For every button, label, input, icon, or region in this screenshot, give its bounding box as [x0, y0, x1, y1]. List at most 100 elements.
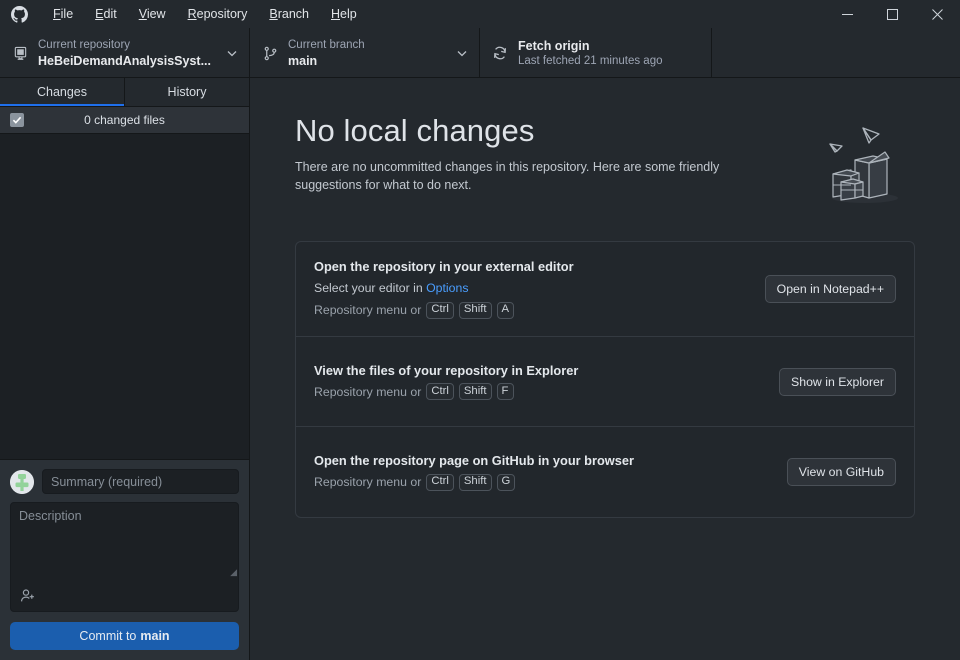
keycap-shift: Shift: [458, 301, 492, 319]
commit-button-prefix: Commit to: [79, 629, 137, 643]
menu-view-rest: iew: [146, 7, 166, 21]
toolbar: Current repository HeBeiDemandAnalysisSy…: [0, 28, 960, 78]
suggestion-show-in-explorer: View the files of your repository in Exp…: [296, 337, 914, 427]
avatar: [10, 469, 34, 494]
toolbar-filler: [712, 28, 960, 77]
view-on-github-button[interactable]: View on GitHub: [786, 458, 896, 486]
menu-file[interactable]: File: [42, 0, 84, 28]
page-subtitle: There are no uncommitted changes in this…: [295, 160, 720, 192]
suggestion-action: View on GitHub: [786, 458, 896, 486]
menu-branch[interactable]: Branch: [258, 0, 320, 28]
fetch-origin-timestamp: Last fetched 21 minutes ago: [518, 54, 663, 67]
menu-help-rest: elp: [340, 7, 357, 21]
suggestion-title: View the files of your repository in Exp…: [314, 362, 579, 378]
github-desktop-window: File Edit View Repository Branch Help Cu…: [0, 0, 960, 660]
suggestion-view-on-github: Open the repository page on GitHub in yo…: [296, 427, 914, 517]
git-branch-icon: [260, 46, 280, 61]
commit-button-branch: main: [140, 629, 170, 643]
keycap-ctrl: Ctrl: [426, 473, 454, 491]
shortcut-hint-prefix: Repository menu or: [314, 475, 422, 489]
tab-history[interactable]: History: [125, 78, 249, 106]
sidebar: Changes History 0 changed files Summary …: [0, 78, 250, 660]
changed-files-list[interactable]: [0, 134, 249, 459]
menu-view-mnemonic: V: [138, 7, 147, 21]
window-controls: [825, 0, 960, 28]
keycap-shift: Shift: [458, 383, 492, 400]
menu-help-mnemonic: H: [330, 7, 341, 21]
keycap-ctrl: Ctrl: [426, 301, 454, 319]
sync-icon: [490, 45, 510, 61]
fetch-origin-text: Fetch origin Last fetched 21 minutes ago: [518, 38, 701, 69]
commit-area: ◢ Commit to main: [0, 459, 249, 660]
tab-changes-label: Changes: [36, 85, 88, 99]
main-body: Changes History 0 changed files Summary …: [0, 78, 960, 660]
changed-files-count: 0 changed files: [84, 113, 165, 127]
show-in-explorer-button[interactable]: Show in Explorer: [779, 367, 896, 396]
menu-branch-mnemonic: B: [269, 7, 278, 21]
suggestion-description: Select your editor in Options: [314, 278, 749, 298]
menu-repository-rest: epository: [196, 7, 248, 21]
menu-repository-mnemonic: R: [187, 7, 197, 21]
keycap-ctrl: Ctrl: [426, 383, 454, 400]
fetch-origin-button[interactable]: Fetch origin Last fetched 21 minutes ago: [480, 28, 712, 78]
current-repository-label: Current repository: [38, 38, 131, 51]
title-bar: File Edit View Repository Branch Help: [0, 0, 960, 28]
tab-changes[interactable]: Changes: [0, 78, 125, 106]
menu-edit-rest: dit: [103, 7, 117, 21]
keycap-letter: G: [496, 473, 516, 491]
minimize-icon[interactable]: [825, 0, 870, 28]
suggestion-description-prefix: Select your editor in: [314, 281, 427, 295]
commit-description-wrap: ◢: [10, 502, 239, 612]
menu-help[interactable]: Help: [320, 0, 368, 28]
suggestion-shortcut-hint: Repository menu or Ctrl Shift A: [314, 300, 749, 320]
menu-bar: File Edit View Repository Branch Help: [42, 0, 368, 28]
page-title: No local changes: [295, 113, 535, 148]
current-branch-button[interactable]: Current branch main: [250, 28, 480, 78]
suggestion-body: Open the repository in your external edi…: [314, 258, 749, 320]
menu-view[interactable]: View: [128, 0, 177, 28]
hero-section: No local changes There are no uncommitte…: [295, 78, 915, 211]
keycap-letter: A: [496, 301, 515, 319]
suggestion-title: Open the repository page on GitHub in yo…: [314, 453, 634, 468]
add-co-author-icon[interactable]: [17, 586, 39, 606]
open-in-external-editor-button[interactable]: Open in Notepad++: [764, 275, 896, 303]
commit-description-input[interactable]: [10, 502, 239, 612]
fetch-origin-label: Fetch origin: [518, 38, 590, 53]
chevron-down-icon: [225, 50, 239, 57]
suggestion-shortcut-hint: Repository menu or Ctrl Shift G: [314, 472, 771, 492]
maximize-icon[interactable]: [870, 0, 915, 28]
suggestions-card-list: Open the repository in your external edi…: [295, 241, 915, 518]
suggestion-open-in-editor: Open the repository in your external edi…: [296, 242, 914, 337]
menu-repository[interactable]: Repository: [177, 0, 259, 28]
select-all-checkbox[interactable]: [10, 113, 24, 127]
hero-text: No local changes There are no uncommitte…: [295, 110, 765, 194]
menu-edit[interactable]: Edit: [84, 0, 128, 28]
sidebar-tabs: Changes History: [0, 78, 249, 107]
repository-icon: [10, 46, 30, 61]
current-repository-button[interactable]: Current repository HeBeiDemandAnalysisSy…: [0, 28, 250, 78]
commit-to-branch-button[interactable]: Commit to main: [10, 622, 239, 650]
suggestion-title: Open the repository in your external edi…: [314, 259, 574, 274]
menu-branch-rest: ranch: [277, 7, 309, 21]
suggestion-action: Show in Explorer: [779, 367, 896, 396]
suggestion-body: Open the repository page on GitHub in yo…: [314, 452, 771, 492]
options-link[interactable]: Options: [426, 281, 468, 295]
changed-files-header: 0 changed files: [0, 107, 249, 134]
current-repository-value: HeBeiDemandAnalysisSyst...: [38, 53, 211, 68]
suggestion-action: Open in Notepad++: [764, 275, 896, 303]
menu-file-mnemonic: F: [53, 7, 61, 21]
close-icon[interactable]: [915, 0, 960, 28]
chevron-down-icon: [455, 50, 469, 57]
empty-boxes-paper-planes-illustration: [825, 118, 905, 211]
shortcut-hint-prefix: Repository menu or: [314, 384, 422, 399]
shortcut-hint-prefix: Repository menu or: [314, 303, 422, 317]
menu-file-rest: ile: [60, 7, 74, 21]
github-logo-icon: [8, 3, 30, 25]
current-branch-text: Current branch main: [288, 38, 451, 69]
tab-history-label: History: [167, 85, 207, 99]
commit-summary-row: [10, 469, 239, 494]
current-branch-value: main: [288, 53, 318, 68]
keycap-shift: Shift: [458, 473, 492, 491]
commit-summary-input[interactable]: [42, 469, 239, 494]
menu-edit-mnemonic: E: [95, 7, 104, 21]
